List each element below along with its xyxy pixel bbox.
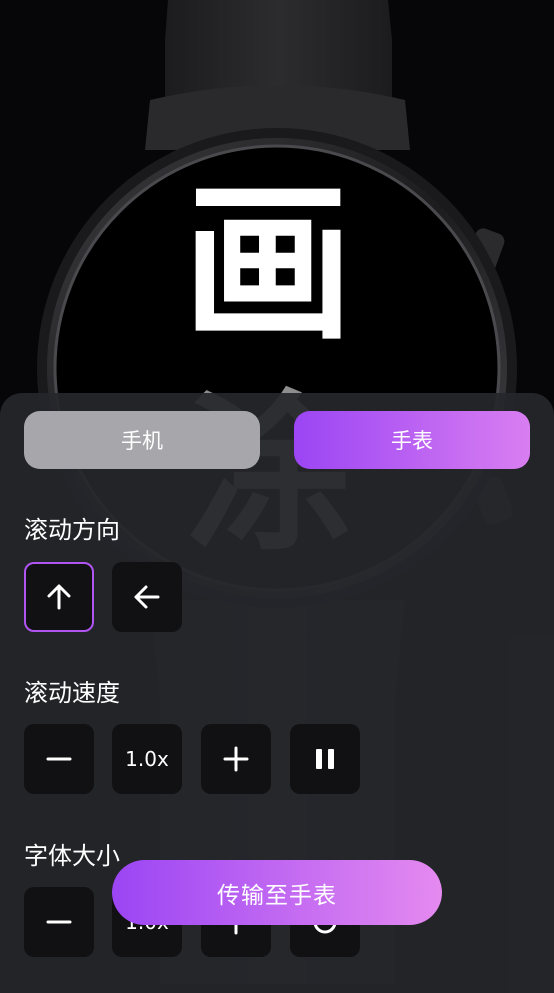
preview-char-1: 画 bbox=[182, 166, 353, 364]
tab-watch[interactable]: 手表 bbox=[294, 411, 530, 469]
scroll-direction-title: 滚动方向 bbox=[24, 516, 120, 544]
transfer-to-watch-button[interactable]: 传输至手表 bbox=[112, 860, 442, 925]
scroll-speed-title: 滚动速度 bbox=[24, 679, 120, 707]
pause-button[interactable] bbox=[290, 724, 360, 794]
arrow-left-icon bbox=[134, 585, 160, 609]
speed-decrease-button[interactable] bbox=[24, 724, 94, 794]
minus-icon bbox=[46, 920, 72, 924]
pause-icon bbox=[316, 749, 334, 769]
speed-increase-button[interactable] bbox=[201, 724, 271, 794]
font-size-title: 字体大小 bbox=[24, 842, 120, 870]
arrow-up-icon bbox=[47, 584, 71, 610]
direction-up-button[interactable] bbox=[24, 562, 94, 632]
direction-left-button[interactable] bbox=[112, 562, 182, 632]
tab-phone[interactable]: 手机 bbox=[24, 411, 260, 469]
plus-icon bbox=[223, 746, 249, 772]
minus-icon bbox=[46, 757, 72, 761]
font-decrease-button[interactable] bbox=[24, 887, 94, 957]
speed-value: 1.0x bbox=[112, 724, 182, 794]
